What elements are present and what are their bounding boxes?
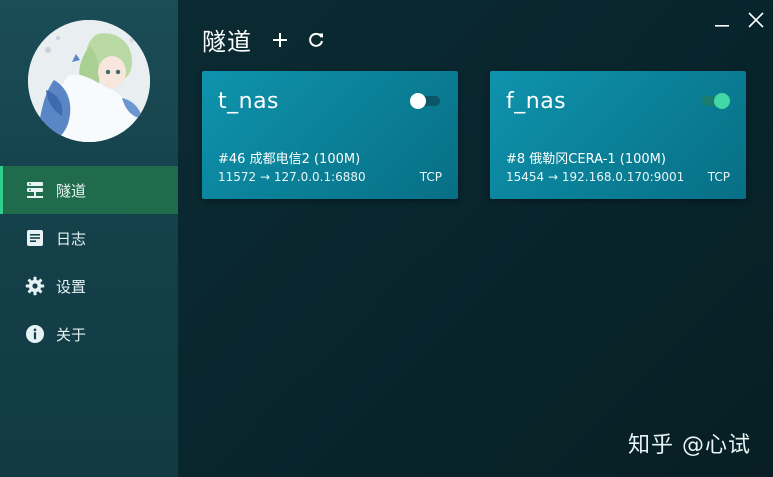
main-content: 隧道 t_nas #46 成都电信2 (100M) 11572 → 127.0.…	[178, 0, 773, 477]
close-icon	[748, 12, 764, 28]
page-title: 隧道	[202, 28, 252, 56]
sidebar-item-logs[interactable]: 日志	[0, 214, 178, 262]
refresh-button[interactable]	[302, 26, 330, 54]
gear-icon	[24, 275, 46, 297]
toggle-knob	[410, 93, 426, 109]
sidebar-item-settings[interactable]: 设置	[0, 262, 178, 310]
close-button[interactable]	[739, 6, 773, 34]
tunnel-card[interactable]: t_nas #46 成都电信2 (100M) 11572 → 127.0.0.1…	[202, 71, 458, 199]
document-icon	[24, 227, 46, 249]
add-tunnel-button[interactable]	[266, 26, 294, 54]
sidebar-item-about[interactable]: 关于	[0, 310, 178, 358]
watermark: 知乎 @心试	[628, 433, 751, 458]
minimize-icon	[715, 25, 729, 27]
sidebar-item-label: 关于	[56, 325, 87, 344]
window-controls	[705, 6, 773, 34]
tunnel-server: #8 俄勒冈CERA-1 (100M)	[506, 152, 666, 167]
tunnel-protocol: TCP	[707, 170, 730, 184]
app-window: 隧道 日志 设置 关于 隧道 t_nas #46 成都电信2 (100M) 11…	[0, 0, 773, 477]
server-icon	[24, 179, 46, 201]
sidebar-item-label: 日志	[56, 229, 87, 248]
avatar-image	[28, 20, 150, 142]
tunnel-name: f_nas	[506, 89, 567, 114]
tunnel-server: #46 成都电信2 (100M)	[218, 152, 361, 167]
minimize-button[interactable]	[705, 6, 739, 34]
tunnel-name: t_nas	[218, 89, 280, 114]
sidebar-item-tunnels[interactable]: 隧道	[0, 166, 178, 214]
tunnel-port-mapping: 11572 → 127.0.0.1:6880	[218, 170, 366, 184]
tunnel-protocol: TCP	[419, 170, 442, 184]
sidebar-item-label: 设置	[56, 277, 87, 296]
tunnel-port-mapping: 15454 → 192.168.0.170:9001	[506, 170, 685, 184]
tunnel-list: t_nas #46 成都电信2 (100M) 11572 → 127.0.0.1…	[202, 71, 773, 199]
sidebar: 隧道 日志 设置 关于	[0, 0, 178, 477]
tunnel-toggle[interactable]	[410, 93, 440, 109]
sidebar-nav: 隧道 日志 设置 关于	[0, 166, 178, 358]
refresh-icon	[309, 32, 323, 47]
sidebar-item-label: 隧道	[56, 181, 87, 200]
tunnel-card[interactable]: f_nas #8 俄勒冈CERA-1 (100M) 15454 → 192.16…	[490, 71, 746, 199]
info-icon	[24, 323, 46, 345]
tunnel-toggle[interactable]	[698, 93, 730, 109]
plus-icon	[273, 32, 287, 47]
toggle-knob	[714, 93, 730, 109]
page-header: 隧道	[202, 22, 338, 57]
avatar[interactable]	[28, 20, 150, 142]
